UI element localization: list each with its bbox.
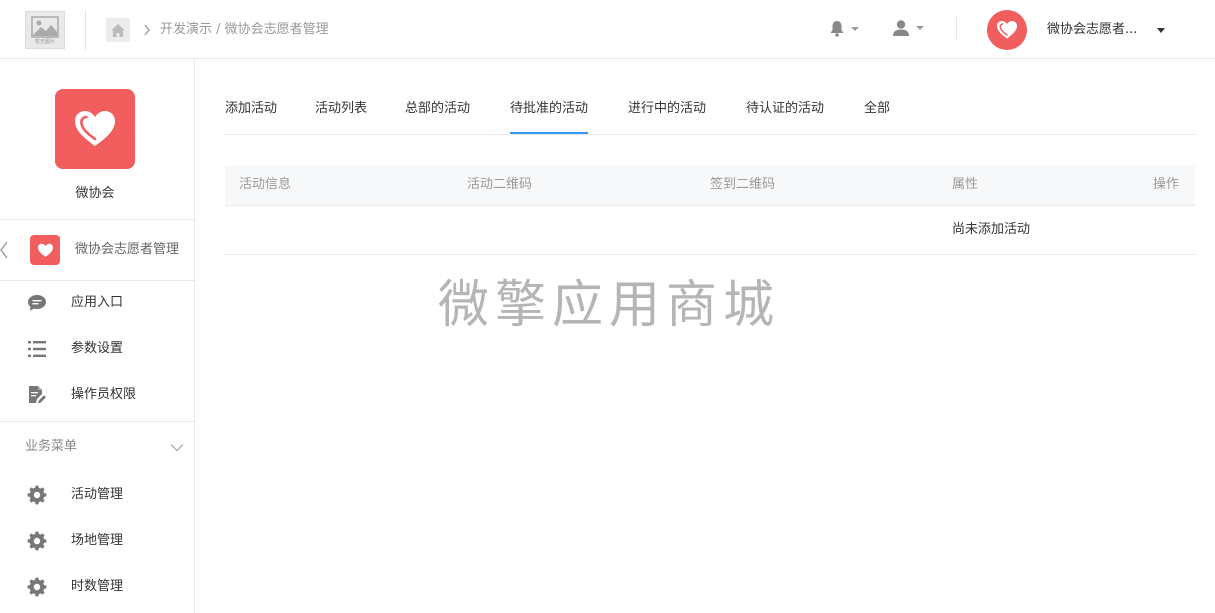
sidebar-item-operator-permissions[interactable]: 操作员权限	[0, 375, 194, 415]
sidebar-item-label: 应用入口	[71, 295, 124, 310]
user-icon	[893, 20, 909, 36]
heart-icon	[75, 111, 115, 146]
tab-pending-approval[interactable]: 待批准的活动	[510, 94, 589, 134]
notifications-button[interactable]	[829, 20, 859, 37]
sidebar-item-activity-management[interactable]: 活动管理	[0, 475, 194, 515]
table-header: 活动信息 活动二维码 签到二维码 属性 操作	[225, 165, 1195, 206]
logo-placeholder[interactable]: 暂无图片	[25, 11, 65, 49]
column-header: 活动信息	[239, 177, 292, 192]
tab-add-activity[interactable]: 添加活动	[225, 94, 277, 134]
sidebar-item-app-entry[interactable]: 应用入口	[0, 283, 194, 323]
chat-bubble-icon	[26, 293, 48, 313]
chevron-left-icon[interactable]	[0, 240, 10, 260]
caret-down-icon	[851, 26, 859, 31]
module-icon[interactable]	[30, 235, 60, 265]
column-header: 操作	[1153, 177, 1180, 192]
tab-headquarters-activities[interactable]: 总部的活动	[405, 94, 470, 134]
home-button[interactable]	[106, 18, 130, 42]
heart-icon	[37, 243, 53, 257]
gear-icon	[26, 485, 48, 505]
top-bar: 暂无图片 开发演示 / 微协会志愿者管理 微协会志愿者...	[0, 0, 1215, 59]
chevron-right-icon	[144, 24, 150, 36]
gear-icon	[26, 531, 48, 551]
column-header: 属性	[952, 177, 979, 192]
divider	[0, 280, 194, 281]
bell-icon	[830, 21, 844, 37]
tab-activity-list[interactable]: 活动列表	[315, 94, 367, 134]
business-menu-label[interactable]: 业务菜单	[25, 438, 77, 456]
table-row: 尚未添加活动	[225, 206, 1195, 255]
activity-tabs: 添加活动 活动列表 总部的活动 待批准的活动 进行中的活动 待认证的活动 全部	[225, 94, 1195, 135]
account-caret-down-icon[interactable]	[1157, 28, 1165, 33]
image-placeholder-icon	[31, 15, 59, 38]
breadcrumb[interactable]: 开发演示 / 微协会志愿者管理	[160, 21, 329, 39]
heart-icon	[997, 21, 1017, 39]
divider	[85, 10, 86, 50]
sidebar-item-label: 场地管理	[71, 533, 124, 548]
app-icon[interactable]	[55, 89, 135, 169]
sidebar-item-venue-management[interactable]: 场地管理	[0, 521, 194, 561]
list-settings-icon	[26, 339, 48, 359]
tab-all[interactable]: 全部	[864, 94, 890, 134]
watermark: 微擎应用商城	[438, 276, 781, 335]
tab-pending-certification[interactable]: 待认证的活动	[746, 94, 824, 134]
logo-caption: 暂无图片	[34, 38, 55, 45]
divider	[0, 421, 194, 422]
module-name[interactable]: 微协会志愿者管理	[75, 241, 179, 259]
gear-icon	[26, 577, 48, 597]
sidebar-item-label: 操作员权限	[71, 387, 137, 402]
column-header: 活动二维码	[467, 177, 533, 192]
account-name[interactable]: 微协会志愿者...	[1047, 21, 1137, 39]
caret-down-icon	[916, 26, 924, 30]
sidebar: 微协会 微协会志愿者管理 应用入口 参数设置 操作员权限 业务菜单 活动管理 场…	[0, 59, 195, 613]
empty-table-message: 尚未添加活动	[952, 222, 1031, 237]
document-edit-icon	[26, 385, 48, 405]
divider	[0, 219, 194, 220]
account-avatar[interactable]	[987, 10, 1027, 50]
home-icon	[111, 23, 125, 37]
divider	[956, 17, 957, 39]
column-header: 签到二维码	[710, 177, 776, 192]
sidebar-item-label: 活动管理	[71, 487, 124, 502]
tab-in-progress[interactable]: 进行中的活动	[628, 94, 706, 134]
user-menu-button[interactable]	[892, 19, 924, 37]
sidebar-item-label: 时数管理	[71, 579, 124, 594]
sidebar-item-hours-management[interactable]: 时数管理	[0, 567, 194, 607]
sidebar-item-label: 参数设置	[71, 341, 124, 356]
chevron-down-icon[interactable]	[170, 443, 184, 452]
app-name: 微协会	[75, 186, 115, 201]
sidebar-item-settings[interactable]: 参数设置	[0, 329, 194, 369]
